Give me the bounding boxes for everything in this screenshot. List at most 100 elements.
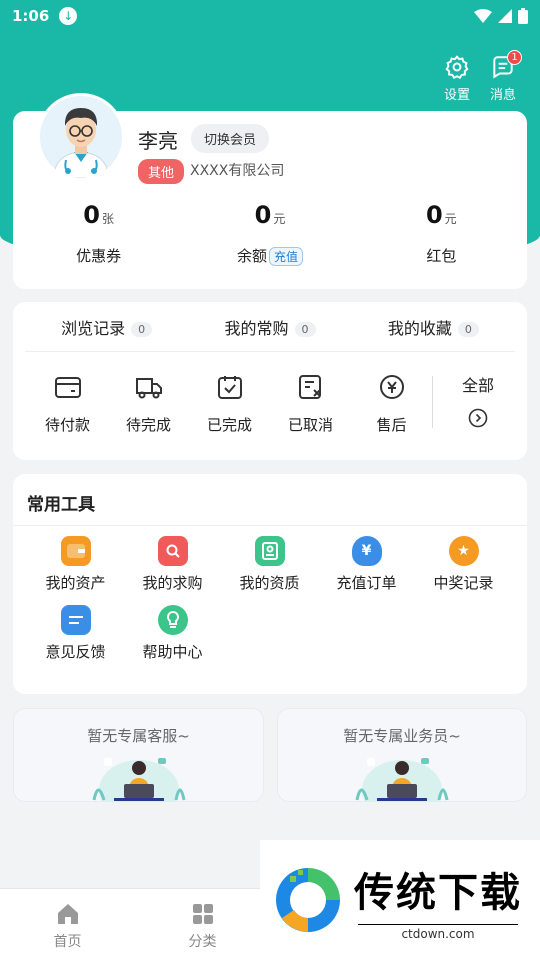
medal-icon: ★ (448, 536, 479, 566)
stat-coupons[interactable]: 0张 优惠券 (13, 201, 184, 266)
person-laptop-illustration (355, 758, 449, 802)
status-bar: 1:06 ↓ (0, 0, 540, 32)
wifi-icon (474, 9, 492, 23)
company-name: XXXX有限公司 (190, 163, 285, 179)
chevron-right-circle-icon (468, 408, 488, 428)
certificate-icon (254, 536, 285, 566)
order-status-row: 待付款 待完成 已完成 已取消 售后 全部 (13, 372, 527, 435)
tab-label: 浏览记录 (61, 318, 126, 338)
watermark: 传统下载 ctdown.com (260, 840, 540, 960)
tab-count: 0 (457, 321, 479, 337)
watermark-title: 传统下载 (354, 869, 522, 916)
tool-help-center[interactable]: 帮助中心 (124, 605, 221, 662)
salesperson-card: 暂无专属业务员~ (277, 708, 527, 802)
tab-label: 我的常购 (224, 318, 289, 338)
cancel-doc-icon (298, 375, 321, 399)
tool-label: 意见反馈 (45, 643, 106, 661)
order-cancelled[interactable]: 已取消 (270, 372, 351, 435)
salesperson-text: 暂无专属业务员~ (343, 727, 461, 745)
order-completed[interactable]: 已完成 (189, 372, 270, 435)
stat-red-packet[interactable]: 0元 红包 (356, 201, 527, 266)
battery-icon (518, 8, 528, 24)
refund-icon (379, 375, 404, 399)
order-pending-complete[interactable]: 待完成 (108, 372, 189, 435)
member-tag: 其他 (138, 159, 185, 184)
tab-frequent-purchase[interactable]: 我的常购 0 (188, 315, 351, 339)
order-label: 待付款 (44, 416, 90, 434)
stat-value: 0 (83, 201, 100, 229)
home-icon (57, 904, 78, 924)
ctdown-logo-icon (276, 868, 340, 932)
signal-icon (498, 9, 512, 23)
tool-my-qualifications[interactable]: 我的资质 (221, 536, 318, 593)
messages-badge: 1 (507, 50, 522, 65)
settings-button[interactable]: 设置 (444, 54, 470, 103)
nav-category[interactable]: 分类 (135, 889, 270, 960)
tab-label: 我的收藏 (387, 318, 452, 338)
tool-recharge-orders[interactable]: ¥ 充值订单 (318, 536, 415, 593)
stat-unit: 张 (102, 212, 115, 226)
stat-value: 0 (254, 201, 272, 229)
tab-count: 0 (131, 321, 153, 337)
order-pending-payment[interactable]: 待付款 (27, 372, 108, 435)
download-icon: ↓ (59, 7, 78, 25)
nav-home[interactable]: 首页 (0, 889, 135, 960)
stat-label: 红包 (426, 247, 457, 265)
status-icons (474, 8, 528, 24)
divider (432, 376, 433, 428)
customer-service-text: 暂无专属客服~ (87, 727, 190, 745)
person-laptop-illustration (92, 758, 185, 802)
order-label: 已取消 (287, 416, 333, 434)
order-label: 待完成 (125, 416, 171, 434)
tools-card: 常用工具 我的资产 我的求购 我的资质 ¥ 充值订单 ★ 中奖记录 意见反馈 帮… (13, 474, 527, 694)
check-bag-icon (217, 376, 242, 399)
avatar[interactable] (37, 93, 125, 181)
truck-icon (135, 378, 162, 399)
stat-value: 0 (425, 201, 443, 229)
tool-feedback[interactable]: 意见反馈 (27, 605, 124, 662)
user-name: 李亮 (138, 129, 178, 153)
bulb-icon (157, 605, 188, 635)
stat-unit: 元 (444, 212, 457, 226)
doctor-avatar-icon (40, 96, 122, 178)
tools-title: 常用工具 (13, 474, 527, 526)
messages-button[interactable]: 1 消息 (489, 50, 522, 103)
wallet-orange-icon (60, 536, 91, 566)
tool-label: 帮助中心 (142, 643, 203, 661)
tool-my-assets[interactable]: 我的资产 (27, 536, 124, 593)
settings-label: 设置 (443, 88, 470, 103)
record-tabs: 浏览记录 0 我的常购 0 我的收藏 0 (25, 302, 515, 352)
grid-icon (192, 904, 213, 924)
nav-label: 分类 (188, 934, 217, 950)
nav-label: 首页 (53, 934, 82, 950)
tool-prize-records[interactable]: ★ 中奖记录 (415, 536, 512, 593)
tool-label: 我的资质 (239, 574, 300, 592)
tool-label: 充值订单 (336, 574, 397, 592)
order-label: 已完成 (206, 416, 252, 434)
top-actions: 设置 1 消息 (444, 50, 522, 103)
stat-label: 余额 (236, 247, 267, 265)
tab-browse-history[interactable]: 浏览记录 0 (25, 315, 188, 339)
money-bag-icon: ¥ (351, 536, 382, 566)
stat-balance[interactable]: 0元 余额 充值 (184, 201, 355, 266)
tab-favorites[interactable]: 我的收藏 0 (352, 315, 515, 339)
tool-label: 我的求购 (142, 574, 203, 592)
gear-icon (445, 55, 469, 79)
watermark-text: 传统下载 ctdown.com (354, 860, 522, 941)
recharge-button[interactable]: 充值 (268, 247, 303, 266)
switch-member-button[interactable]: 切换会员 (191, 124, 270, 153)
tools-grid: 我的资产 我的求购 我的资质 ¥ 充值订单 ★ 中奖记录 意见反馈 帮助中心 (13, 526, 527, 674)
status-time: 1:06 (12, 7, 50, 25)
tool-label: 我的资产 (45, 574, 106, 592)
stat-unit: 元 (273, 212, 286, 226)
orders-card: 浏览记录 0 我的常购 0 我的收藏 0 待付款 待完成 已完成 已取消 售后 全部 (13, 302, 527, 460)
tool-my-requests[interactable]: 我的求购 (124, 536, 221, 593)
order-after-sales[interactable]: 售后 (351, 372, 432, 435)
search-bag-icon (157, 536, 188, 566)
wallet-icon (54, 377, 81, 398)
order-all-label: 全部 (461, 376, 494, 395)
order-all-button[interactable]: 全部 (443, 372, 513, 435)
messages-label: 消息 (489, 88, 516, 103)
feedback-icon (60, 605, 91, 635)
tab-count: 0 (294, 321, 316, 337)
